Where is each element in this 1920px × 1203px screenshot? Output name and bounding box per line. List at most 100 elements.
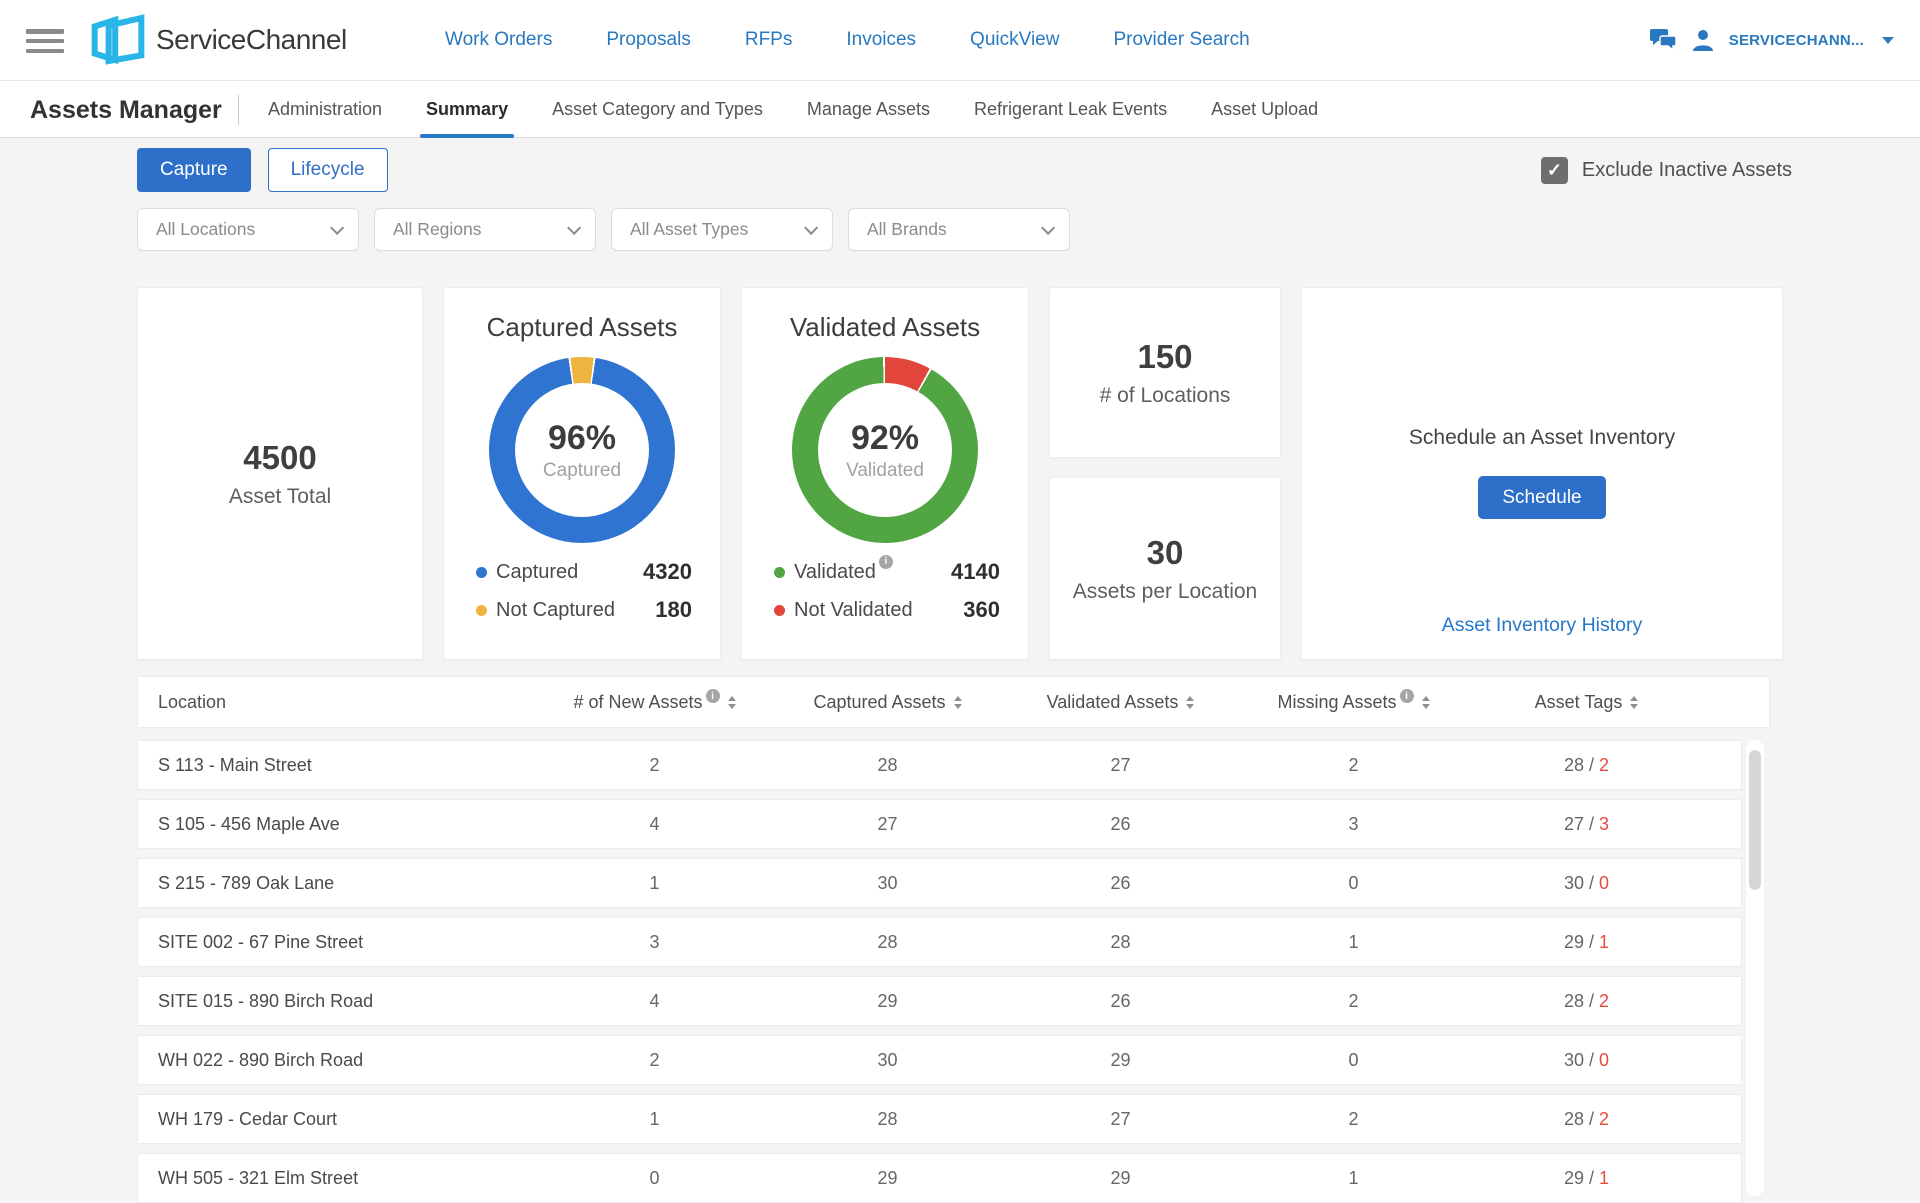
cell-asset-tags: 29 / 1 xyxy=(1470,1168,1703,1189)
exclude-inactive-assets-toggle[interactable]: ✓ Exclude Inactive Assets xyxy=(1541,157,1792,184)
user-menu[interactable]: SERVICECHANN... xyxy=(1729,32,1864,49)
cell-missing-assets: 2 xyxy=(1237,755,1470,776)
column-header-missing-assets[interactable]: Missing Assetsi xyxy=(1237,692,1470,713)
locations-table: Location # of New AssetsiCaptured Assets V… xyxy=(137,676,1770,1203)
hamburger-menu-icon[interactable] xyxy=(26,29,64,53)
column-header-captured-assets[interactable]: Captured Assets xyxy=(771,692,1004,713)
mini-cards-column: 150 # of Locations 30 Assets per Locatio… xyxy=(1049,287,1281,660)
cell-missing-assets: 0 xyxy=(1237,1050,1470,1071)
legend-dot-icon xyxy=(476,567,487,578)
column-header-of-new-assets[interactable]: # of New Assetsi xyxy=(538,692,771,713)
tab-administration[interactable]: Administration xyxy=(268,81,382,138)
filter-dropdown-all-asset-types[interactable]: All Asset Types xyxy=(611,208,833,251)
servicechannel-logo[interactable]: ServiceChannel xyxy=(90,13,347,66)
sort-icon[interactable] xyxy=(1422,696,1430,709)
cell-validated-assets: 28 xyxy=(1004,932,1237,953)
servicechannel-logo-icon xyxy=(90,13,146,66)
asset-total-value: 4500 xyxy=(243,439,316,477)
assets-per-location-value: 30 xyxy=(1147,534,1184,572)
nav-link-quickview[interactable]: QuickView xyxy=(970,29,1059,51)
cell-captured-assets: 28 xyxy=(771,932,1004,953)
cell-location: SITE 002 - 67 Pine Street xyxy=(138,932,538,953)
cell-asset-tags: 28 / 2 xyxy=(1470,1109,1703,1130)
donut-center: 92% Validated xyxy=(818,383,952,517)
cell-missing-assets: 3 xyxy=(1237,814,1470,835)
cell-asset-tags: 29 / 1 xyxy=(1470,932,1703,953)
table-row[interactable]: S 215 - 789 Oak Lane13026030 / 0 xyxy=(137,858,1742,908)
sort-icon[interactable] xyxy=(728,696,736,709)
cell-captured-assets: 28 xyxy=(771,755,1004,776)
filter-dropdown-all-brands[interactable]: All Brands xyxy=(848,208,1070,251)
legend-dot-icon xyxy=(774,605,785,616)
tab-refrigerant-leak-events[interactable]: Refrigerant Leak Events xyxy=(974,81,1167,138)
cell-captured-assets: 30 xyxy=(771,1050,1004,1071)
legend-item: Not Validated360 xyxy=(774,597,1000,623)
cell-validated-assets: 26 xyxy=(1004,873,1237,894)
info-icon[interactable]: i xyxy=(879,555,893,569)
filter-dropdown-all-regions[interactable]: All Regions xyxy=(374,208,596,251)
assets-per-location-label: Assets per Location xyxy=(1073,580,1257,604)
user-icon[interactable] xyxy=(1693,29,1713,51)
scrollbar-thumb[interactable] xyxy=(1749,750,1761,890)
tab-manage-assets[interactable]: Manage Assets xyxy=(807,81,930,138)
info-icon[interactable]: i xyxy=(1400,689,1414,703)
sub-nav: Assets Manager AdministrationSummaryAsse… xyxy=(0,80,1920,138)
validated-legend: Validatedi4140Not Validated360 xyxy=(742,559,1028,623)
capture-button[interactable]: Capture xyxy=(137,148,251,192)
column-header-validated-assets[interactable]: Validated Assets xyxy=(1004,692,1237,713)
user-area: SERVICECHANN... xyxy=(1650,0,1894,80)
tab-summary[interactable]: Summary xyxy=(426,81,508,138)
locations-count-label: # of Locations xyxy=(1100,384,1231,408)
tab-asset-category-and-types[interactable]: Asset Category and Types xyxy=(552,81,763,138)
asset-tags-total: 30 / xyxy=(1564,873,1599,893)
tab-asset-upload[interactable]: Asset Upload xyxy=(1211,81,1318,138)
nav-link-rfps[interactable]: RFPs xyxy=(745,29,793,51)
user-menu-caret-icon[interactable] xyxy=(1882,37,1894,44)
nav-link-proposals[interactable]: Proposals xyxy=(606,29,691,51)
info-icon[interactable]: i xyxy=(706,689,720,703)
asset-total-label: Asset Total xyxy=(229,485,331,509)
schedule-button[interactable]: Schedule xyxy=(1478,476,1605,519)
table-row[interactable]: WH 022 - 890 Birch Road23029030 / 0 xyxy=(137,1035,1742,1085)
column-label: Location xyxy=(158,692,226,713)
table-body: S 113 - Main Street22827228 / 2S 105 - 4… xyxy=(137,740,1770,1203)
cell-new-assets: 3 xyxy=(538,932,771,953)
asset-tags-missing: 0 xyxy=(1599,1050,1609,1070)
table-row[interactable]: S 105 - 456 Maple Ave42726327 / 3 xyxy=(137,799,1742,849)
chevron-down-icon xyxy=(330,220,344,234)
table-row[interactable]: SITE 002 - 67 Pine Street32828129 / 1 xyxy=(137,917,1742,967)
table-row[interactable]: SITE 015 - 890 Birch Road42926228 / 2 xyxy=(137,976,1742,1026)
cell-new-assets: 2 xyxy=(538,1050,771,1071)
cell-validated-assets: 26 xyxy=(1004,991,1237,1012)
table-row[interactable]: S 113 - Main Street22827228 / 2 xyxy=(137,740,1742,790)
filter-dropdown-all-locations[interactable]: All Locations xyxy=(137,208,359,251)
cell-asset-tags: 28 / 2 xyxy=(1470,991,1703,1012)
table-row[interactable]: WH 179 - Cedar Court12827228 / 2 xyxy=(137,1094,1742,1144)
cell-captured-assets: 30 xyxy=(771,873,1004,894)
table-scrollbar[interactable] xyxy=(1746,740,1764,1196)
cell-missing-assets: 2 xyxy=(1237,991,1470,1012)
legend-value: 180 xyxy=(655,597,692,623)
cell-missing-assets: 1 xyxy=(1237,932,1470,953)
cell-new-assets: 4 xyxy=(538,814,771,835)
lifecycle-button[interactable]: Lifecycle xyxy=(268,148,388,192)
top-header: ServiceChannel Work Orders Proposals RFPs I… xyxy=(0,0,1920,80)
sort-icon[interactable] xyxy=(1630,696,1638,709)
nav-link-invoices[interactable]: Invoices xyxy=(846,29,916,51)
filter-selected-value: All Brands xyxy=(867,219,947,240)
column-label: Asset Tags xyxy=(1535,692,1623,713)
asset-inventory-history-link[interactable]: Asset Inventory History xyxy=(1442,614,1642,637)
mode-toggle: Capture Lifecycle xyxy=(137,148,388,192)
table-row[interactable]: WH 505 - 321 Elm Street02929129 / 1 xyxy=(137,1153,1742,1203)
schedule-inventory-title: Schedule an Asset Inventory xyxy=(1409,426,1675,450)
nav-link-work-orders[interactable]: Work Orders xyxy=(445,29,552,51)
chat-icon[interactable] xyxy=(1650,28,1677,52)
captured-legend: Captured4320Not Captured180 xyxy=(444,559,720,623)
nav-link-provider-search[interactable]: Provider Search xyxy=(1113,29,1249,51)
column-header-asset-tags[interactable]: Asset Tags xyxy=(1470,692,1703,713)
cell-captured-assets: 27 xyxy=(771,814,1004,835)
checkbox-checked-icon[interactable]: ✓ xyxy=(1541,157,1568,184)
sort-icon[interactable] xyxy=(1186,696,1194,709)
column-label: Validated Assets xyxy=(1047,692,1179,713)
sort-icon[interactable] xyxy=(954,696,962,709)
